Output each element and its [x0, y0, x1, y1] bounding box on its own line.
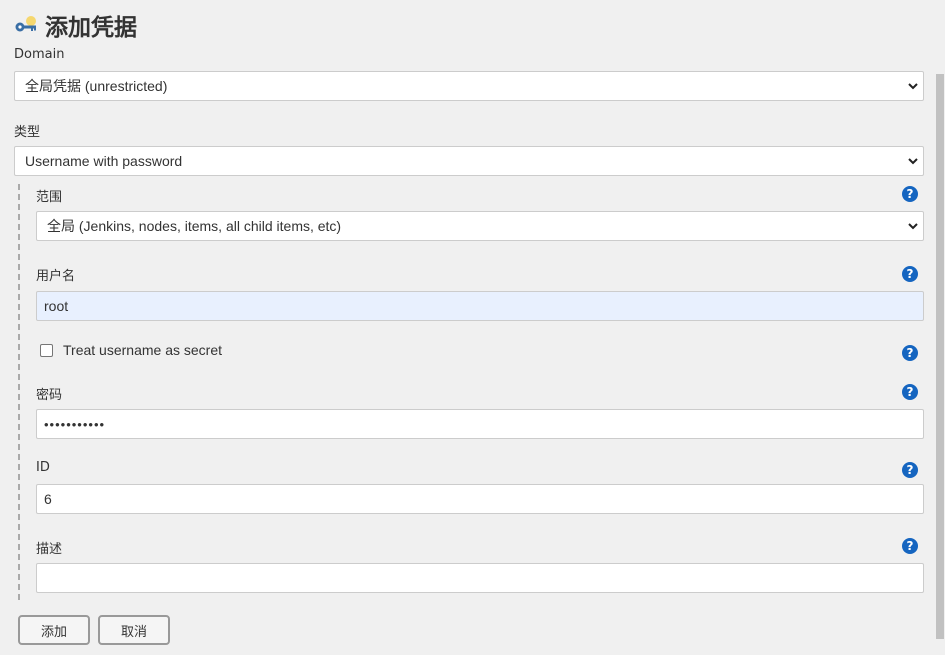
username-label: 用户名 [36, 269, 76, 284]
question-circle-icon[interactable]: ? [902, 538, 918, 554]
cancel-button[interactable]: 取消 [98, 615, 170, 645]
scrollbar-thumb[interactable] [936, 74, 944, 639]
question-circle-icon[interactable]: ? [902, 186, 918, 202]
domain-label: Domain [14, 47, 65, 62]
scrollbar[interactable] [935, 0, 945, 655]
kind-label: 类型 [14, 125, 41, 140]
id-value: 6 [44, 491, 52, 507]
domain-value: 全局凭据 (unrestricted) [25, 78, 168, 94]
question-circle-icon[interactable]: ? [902, 462, 918, 478]
scope-value: 全局 (Jenkins, nodes, items, all child ite… [47, 218, 342, 234]
question-circle-icon[interactable]: ? [902, 384, 918, 400]
password-input[interactable]: ••••••••••• [36, 409, 924, 439]
chevron-down-icon [908, 223, 918, 230]
username-value: root [44, 298, 69, 314]
key-icon [15, 16, 36, 32]
domain-select[interactable]: 全局凭据 (unrestricted) [14, 71, 924, 101]
page-title: 添加凭据 [45, 15, 137, 41]
username-input[interactable]: root [36, 291, 924, 321]
description-input[interactable] [36, 563, 924, 593]
section-divider [18, 184, 20, 600]
question-circle-icon[interactable]: ? [902, 345, 918, 361]
description-label: 描述 [36, 542, 63, 557]
scope-label: 范围 [36, 190, 63, 205]
username-secret-label: Treat username as secret [63, 342, 222, 358]
password-label: 密码 [36, 388, 63, 403]
password-value: ••••••••••• [44, 416, 106, 432]
chevron-down-icon [908, 158, 918, 165]
scope-select[interactable]: 全局 (Jenkins, nodes, items, all child ite… [36, 211, 924, 241]
chevron-down-icon [908, 83, 918, 90]
id-label: ID [36, 460, 50, 475]
page-header: 添加凭据 [14, 8, 137, 42]
kind-select[interactable]: Username with password [14, 146, 924, 176]
kind-value: Username with password [25, 153, 183, 169]
id-input[interactable]: 6 [36, 484, 924, 514]
add-button[interactable]: 添加 [18, 615, 90, 645]
question-circle-icon[interactable]: ? [902, 266, 918, 282]
username-secret-checkbox[interactable] [40, 344, 53, 357]
